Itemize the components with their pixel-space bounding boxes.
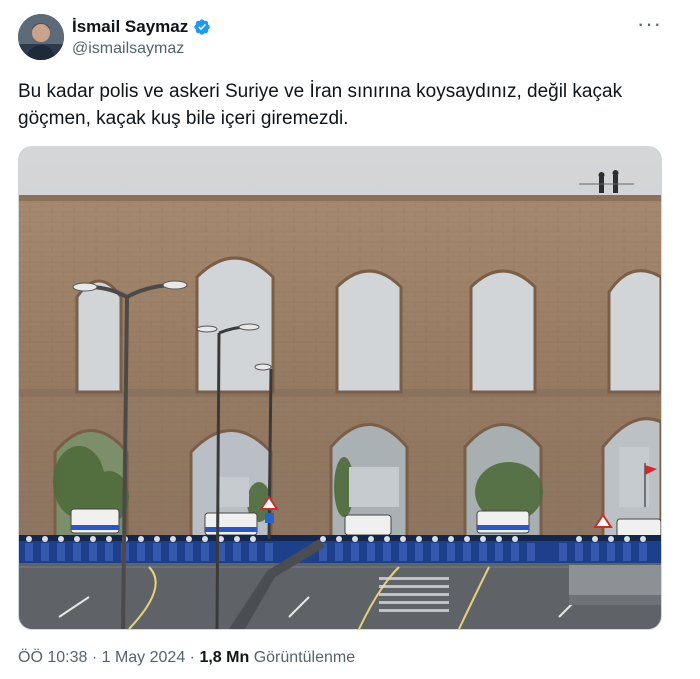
tweet-meta: ÖÖ 10:38 · 1 May 2024 · 1,8 Mn Görüntüle… [18, 649, 355, 667]
author-name[interactable]: İsmail Saymaz [72, 17, 188, 37]
avatar[interactable] [18, 14, 64, 60]
aqueduct-photo [19, 147, 661, 629]
meta-separator: · [91, 649, 98, 666]
meta-separator: · [189, 649, 195, 666]
tweet-date[interactable]: 1 May 2024 [102, 649, 186, 666]
views-label: Görüntülenme [253, 649, 356, 666]
author-name-row: İsmail Saymaz [72, 17, 211, 37]
tweet-media-photo[interactable] [18, 146, 662, 630]
tweet-time[interactable]: ÖÖ 10:38 [18, 649, 87, 666]
author-handle[interactable]: @ismailsaymaz [72, 40, 184, 58]
police-line [19, 535, 661, 563]
user-avatar-icon [18, 14, 64, 60]
more-options-icon[interactable]: ··· [637, 13, 662, 35]
verified-badge-icon [194, 19, 210, 35]
views-count: 1,8 Mn [199, 649, 250, 666]
tweet-text: Bu kadar polis ve askeri Suriye ve İran … [18, 81, 623, 129]
